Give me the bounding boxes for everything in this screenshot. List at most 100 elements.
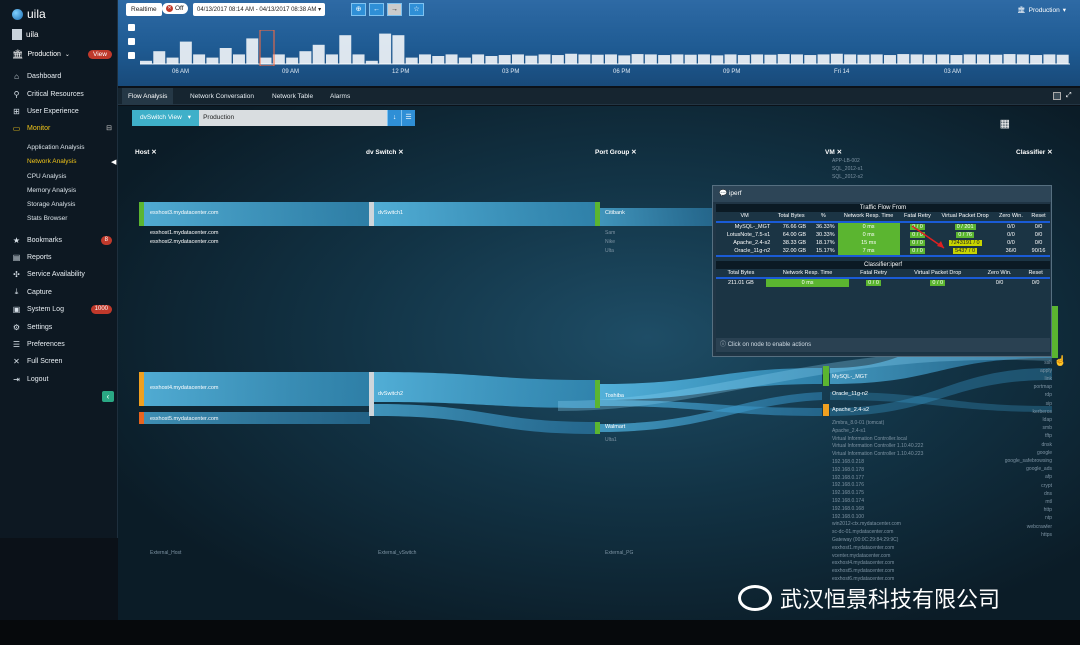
vm-label[interactable]: 192.168.0.174 bbox=[832, 498, 923, 506]
zoom-in-button[interactable]: ⊕ bbox=[351, 3, 366, 16]
port-group-label[interactable]: Sam bbox=[605, 230, 615, 236]
sidebar-item-dashboard[interactable]: ⌂ Dashboard bbox=[0, 68, 118, 84]
vm-label[interactable]: 192.168.0.175 bbox=[832, 490, 923, 498]
host-label[interactable]: esxhost2.mydatacenter.com bbox=[150, 239, 218, 245]
switch-label[interactable]: dvSwitch2 bbox=[378, 391, 403, 397]
host-label[interactable]: esxhost4.mydatacenter.com bbox=[150, 385, 218, 391]
node-switch2[interactable] bbox=[369, 372, 374, 416]
vm-label[interactable]: APP-LB-002 bbox=[832, 158, 860, 164]
flow-switch1-citibank[interactable] bbox=[374, 202, 596, 226]
header-environment[interactable]: 🏛 Production ▾ bbox=[1017, 6, 1066, 15]
iperf-tooltip[interactable]: 💬 iperf Traffic Flow From VM Total Bytes… bbox=[712, 185, 1052, 357]
classifier-label[interactable]: crypt bbox=[962, 482, 1052, 490]
sidebar-item-system-log[interactable]: ▣ System Log 1000 bbox=[0, 301, 118, 317]
reset-icon[interactable] bbox=[128, 52, 135, 59]
vm-label[interactable]: Virtual Information Controller 1.10.40.2… bbox=[832, 451, 923, 459]
node-toshiba[interactable] bbox=[595, 380, 600, 408]
node-citibank[interactable] bbox=[595, 202, 600, 226]
port-group-label[interactable]: Ulta bbox=[605, 248, 614, 254]
node-host4[interactable] bbox=[139, 372, 144, 406]
sidebar-item-reports[interactable]: ▤ Reports bbox=[0, 249, 118, 265]
sidebar-item-capture[interactable]: ⤓ Capture bbox=[0, 284, 118, 300]
traffic-timeline[interactable] bbox=[140, 30, 1070, 66]
classifier-label[interactable]: google_safebrowsing bbox=[962, 457, 1052, 465]
vm-label[interactable]: 192.168.0.218 bbox=[832, 459, 923, 467]
bookmark-button[interactable]: ☆ bbox=[409, 3, 424, 16]
classifier-label[interactable]: kerberos bbox=[962, 408, 1052, 416]
classifier-label[interactable]: ldap bbox=[962, 416, 1052, 424]
vm-label[interactable]: vcenter.mydatacenter.com bbox=[832, 553, 923, 561]
table-row[interactable]: Apache_2.4-s2 38.33 GB 18.17% 15 ms 0 / … bbox=[716, 238, 1050, 247]
port-group-label[interactable]: Walmart bbox=[605, 424, 625, 430]
classifier-label[interactable]: ntp bbox=[962, 514, 1052, 522]
logo[interactable]: uila bbox=[12, 7, 46, 21]
port-group-label[interactable]: External_PG bbox=[605, 550, 633, 556]
view-button[interactable]: View bbox=[88, 50, 112, 59]
sidebar-item-bookmarks[interactable]: ★ Bookmarks 8 bbox=[0, 232, 118, 248]
sidebar-item-critical-resources[interactable]: ⚲ Critical Resources bbox=[0, 86, 118, 102]
classifier-label[interactable]: http bbox=[962, 506, 1052, 514]
vm-label[interactable]: Virtual Information Controller 1.10.40.2… bbox=[832, 443, 923, 451]
table-row[interactable]: Oracle_11g-n2 32.00 GB 15.17% 7 ms 0 / 0… bbox=[716, 246, 1050, 255]
sidebar-item-user-experience[interactable]: ⊞ User Experience bbox=[0, 103, 118, 119]
classifier-label[interactable]: ssh bbox=[962, 359, 1052, 367]
sidebar-item-logout[interactable]: ⇥ Logout bbox=[0, 371, 118, 387]
tab-alarms[interactable]: Alarms bbox=[324, 88, 356, 105]
classifier-label[interactable]: google bbox=[962, 449, 1052, 457]
vm-label[interactable]: Oracle_11g-n2 bbox=[832, 391, 868, 397]
vm-label[interactable]: SQL_2012-s1 bbox=[832, 166, 863, 172]
port-group-label[interactable]: Ulta1 bbox=[605, 437, 617, 443]
sidebar-item-full-screen[interactable]: ✕ Full Screen bbox=[0, 353, 118, 369]
classifier-label[interactable]: smb bbox=[962, 424, 1052, 432]
host-label[interactable]: esxhost5.mydatacenter.com bbox=[150, 416, 218, 422]
table-row[interactable]: LotusNote_7.5-s1 64.00 GB 30.33% 0 ms 0 … bbox=[716, 230, 1050, 239]
expand-icon[interactable]: ⤢ bbox=[1066, 92, 1074, 100]
vm-label[interactable]: esxhost4.mydatacenter.com bbox=[832, 560, 923, 568]
environment-selector[interactable]: 🏛 Production ⌄ View bbox=[12, 49, 112, 60]
sub-network-analysis[interactable]: Network Analysis bbox=[27, 156, 77, 168]
vm-label[interactable]: 192.168.0.176 bbox=[832, 482, 923, 490]
switch-label[interactable]: dvSwitch1 bbox=[378, 210, 403, 216]
vm-label[interactable]: MySQL-_MGT bbox=[832, 374, 867, 380]
classifier-label[interactable]: webcrawler bbox=[962, 523, 1052, 531]
vm-label[interactable]: 192.168.0.177 bbox=[832, 475, 923, 483]
node-apache[interactable] bbox=[823, 404, 829, 416]
sub-memory-analysis[interactable]: Memory Analysis bbox=[27, 185, 76, 197]
sidebar-item-monitor[interactable]: ▭ Monitor ⊟ bbox=[0, 120, 118, 136]
classifier-label[interactable]: rdp bbox=[962, 391, 1052, 399]
classifier-label[interactable]: link bbox=[962, 375, 1052, 383]
classifier-label[interactable]: dnsk bbox=[962, 441, 1052, 449]
vm-label[interactable]: SQL_2012-s2 bbox=[832, 174, 863, 180]
table-row[interactable]: MySQL-_MGT 76.66 GB 36.33% 0 ms 0 / 0 0 … bbox=[716, 222, 1050, 231]
vm-label[interactable]: win2012-ctx.mydatacenter.com bbox=[832, 521, 923, 529]
back-button[interactable]: ← bbox=[369, 3, 384, 16]
user-profile[interactable]: uila bbox=[12, 29, 38, 40]
port-group-label[interactable]: Toshiba bbox=[605, 393, 624, 399]
port-group-label[interactable]: Citibank bbox=[605, 210, 625, 216]
sub-storage-analysis[interactable]: Storage Analysis bbox=[27, 199, 75, 211]
minimize-icon[interactable] bbox=[1053, 92, 1061, 100]
classifier-label[interactable]: tftp bbox=[962, 432, 1052, 440]
host-label[interactable]: esxhost3.mydatacenter.com bbox=[150, 210, 218, 216]
vm-label[interactable]: Zimbra_8.0-01 (tomcat) bbox=[832, 420, 923, 428]
tab-network-conversation[interactable]: Network Conversation bbox=[184, 88, 260, 105]
vm-label[interactable]: sc-dc-01.mydatacenter.com bbox=[832, 529, 923, 537]
node-host3[interactable] bbox=[139, 202, 144, 226]
sidebar-collapse-button[interactable]: ‹ bbox=[102, 391, 114, 402]
vm-label[interactable]: esxhost1.mydatacenter.com bbox=[832, 545, 923, 553]
vm-label[interactable]: Apache_2.4-s2 bbox=[832, 407, 869, 413]
classifier-label[interactable]: https bbox=[962, 531, 1052, 539]
tab-network-table[interactable]: Network Table bbox=[266, 88, 319, 105]
realtime-toggle[interactable]: ✕ Off bbox=[162, 3, 188, 14]
forward-button[interactable]: → bbox=[387, 3, 402, 16]
node-mysql[interactable] bbox=[823, 366, 829, 386]
sub-application-analysis[interactable]: Application Analysis bbox=[27, 142, 84, 154]
classifier-label[interactable]: apply bbox=[962, 367, 1052, 375]
zoom-icon[interactable] bbox=[128, 38, 135, 45]
classifier-label[interactable]: portmap bbox=[962, 383, 1052, 391]
classifier-label[interactable]: afp bbox=[962, 473, 1052, 481]
port-group-label[interactable]: Nike bbox=[605, 239, 615, 245]
sub-cpu-analysis[interactable]: CPU Analysis bbox=[27, 171, 66, 183]
switch-label[interactable]: External_vSwitch bbox=[378, 550, 416, 556]
sidebar-item-preferences[interactable]: ☰ Preferences bbox=[0, 336, 118, 352]
